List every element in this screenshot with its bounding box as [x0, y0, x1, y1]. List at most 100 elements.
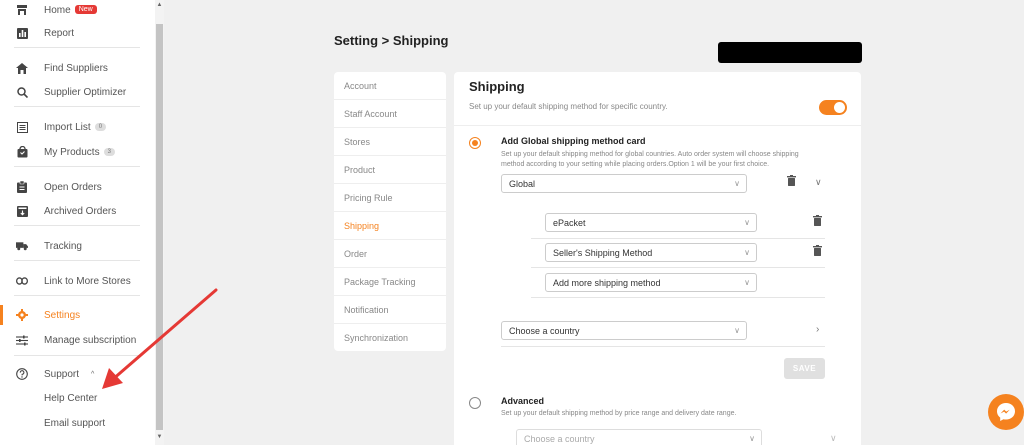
- sidebar-item-label: Supplier Optimizer: [44, 86, 127, 98]
- messenger-icon: [997, 403, 1015, 421]
- nav-item-stores[interactable]: Stores: [334, 128, 446, 156]
- active-indicator: [0, 305, 3, 325]
- select-value: Choose a country: [509, 325, 580, 336]
- nav-item-synchronization[interactable]: Synchronization: [334, 324, 446, 352]
- sidebar-item-settings[interactable]: Settings: [0, 305, 150, 325]
- sidebar-item-label: Support: [44, 368, 80, 380]
- sidebar-item-manage-subscription[interactable]: Manage subscription: [0, 330, 150, 350]
- sidebar-item-my-products[interactable]: My Products 3: [0, 142, 150, 162]
- select-value: Global: [509, 178, 536, 189]
- sidebar-item-label: Manage subscription: [44, 334, 137, 346]
- trash-icon[interactable]: [787, 175, 796, 186]
- advanced-title: Advanced: [501, 396, 545, 406]
- archive-icon: [16, 205, 28, 217]
- global-card-title: Add Global shipping method card: [501, 136, 646, 146]
- chevron-down-icon: ∨: [749, 434, 755, 443]
- global-card-desc-line1: Set up your default shipping method for …: [501, 151, 799, 158]
- chevron-up-icon: ^: [91, 370, 95, 378]
- messenger-chat-button[interactable]: [988, 394, 1024, 430]
- nav-item-package-tracking[interactable]: Package Tracking: [334, 268, 446, 296]
- choose-country-select[interactable]: Choose a country ∨: [501, 321, 747, 340]
- sidebar-item-label: Report: [44, 27, 75, 39]
- nav-item-order[interactable]: Order: [334, 240, 446, 268]
- global-card-radio[interactable]: [469, 137, 481, 149]
- sidebar-item-label: Tracking: [44, 240, 82, 252]
- sidebar-item-help-center[interactable]: Help Center: [0, 388, 150, 408]
- trash-icon[interactable]: [813, 215, 822, 226]
- panel-title: Shipping: [469, 79, 525, 94]
- clipboard-icon: [16, 181, 28, 193]
- add-shipping-method-select[interactable]: Add more shipping method ∨: [545, 273, 757, 292]
- store-icon: [16, 4, 28, 16]
- nav-item-staff-account[interactable]: Staff Account: [334, 100, 446, 128]
- sidebar-item-home[interactable]: Home New: [0, 0, 150, 20]
- truck-icon: [16, 240, 28, 252]
- count-badge: 3: [103, 147, 115, 156]
- nav-item-account[interactable]: Account: [334, 72, 446, 100]
- new-badge: New: [74, 5, 97, 15]
- chevron-down-icon: ∨: [744, 278, 750, 287]
- nav-item-pricing-rule[interactable]: Pricing Rule: [334, 184, 446, 212]
- chevron-down-icon: ∨: [744, 218, 750, 227]
- search-icon: [16, 86, 28, 98]
- sidebar-item-report[interactable]: Report: [0, 23, 150, 43]
- divider: [531, 297, 825, 298]
- sidebar-item-tracking[interactable]: Tracking: [0, 236, 150, 256]
- sidebar-item-label: Settings: [44, 309, 81, 321]
- shipping-method-select-1[interactable]: ePacket ∨: [545, 213, 757, 232]
- shipping-method-select-2[interactable]: Seller's Shipping Method ∨: [545, 243, 757, 262]
- sidebar-scrollbar-thumb[interactable]: [156, 24, 163, 430]
- divider: [501, 346, 825, 347]
- select-value: ePacket: [553, 217, 586, 228]
- sidebar-item-email-support[interactable]: Email support: [0, 413, 150, 433]
- nav-item-shipping[interactable]: Shipping: [334, 212, 446, 240]
- sliders-icon: [16, 334, 28, 346]
- shipping-toggle[interactable]: [819, 100, 847, 115]
- chevron-down-icon[interactable]: ∨: [830, 433, 837, 444]
- divider: [14, 260, 140, 261]
- chevron-down-icon: ∨: [734, 179, 740, 188]
- toggle-knob: [834, 102, 845, 113]
- sidebar-item-label: Home: [44, 4, 71, 16]
- sidebar-item-archived-orders[interactable]: Archived Orders: [0, 201, 150, 221]
- sidebar-item-label: Open Orders: [44, 181, 102, 193]
- divider: [14, 166, 140, 167]
- advanced-desc: Set up your default shipping method by p…: [501, 410, 737, 417]
- trash-icon[interactable]: [813, 245, 822, 256]
- divider: [531, 238, 825, 239]
- panel-subtitle: Set up your default shipping method for …: [469, 102, 668, 111]
- country-select-global[interactable]: Global ∨: [501, 174, 747, 193]
- select-value: Add more shipping method: [553, 277, 661, 288]
- help-icon: [16, 368, 28, 380]
- home-icon: [16, 62, 28, 74]
- chevron-right-icon[interactable]: ›: [816, 324, 819, 335]
- sidebar-item-label: Find Suppliers: [44, 62, 108, 74]
- chart-icon: [16, 27, 28, 39]
- advanced-country-select[interactable]: Choose a country ∨: [516, 429, 762, 445]
- sidebar-item-find-suppliers[interactable]: Find Suppliers: [0, 58, 150, 78]
- nav-item-product[interactable]: Product: [334, 156, 446, 184]
- scroll-up-icon[interactable]: ▲: [156, 2, 163, 8]
- sidebar-item-open-orders[interactable]: Open Orders: [0, 177, 150, 197]
- sidebar-item-label: Archived Orders: [44, 205, 117, 217]
- sidebar-item-support[interactable]: Support ^: [0, 364, 150, 384]
- chevron-down-icon[interactable]: ∨: [815, 177, 822, 188]
- save-button[interactable]: SAVE: [784, 358, 825, 379]
- divider: [14, 355, 140, 356]
- sidebar-item-label: Help Center: [44, 392, 98, 404]
- sidebar-item-label: Import List: [44, 121, 91, 133]
- sidebar: Home New Report Find Suppliers Supplier O…: [0, 0, 155, 445]
- sidebar-item-import-list[interactable]: Import List 0: [0, 117, 150, 137]
- sidebar-item-label: Link to More Stores: [44, 275, 131, 287]
- divider: [14, 295, 140, 296]
- chevron-down-icon: ∨: [734, 326, 740, 335]
- scroll-down-icon[interactable]: ▼: [156, 434, 163, 440]
- sidebar-item-link-stores[interactable]: Link to More Stores: [0, 271, 150, 291]
- link-icon: [16, 275, 28, 287]
- nav-item-notification[interactable]: Notification: [334, 296, 446, 324]
- sidebar-item-supplier-optimizer[interactable]: Supplier Optimizer: [0, 82, 150, 102]
- page-title: Setting > Shipping: [334, 33, 449, 48]
- global-card-desc-line2: method according to your setting while p…: [501, 161, 770, 168]
- advanced-radio[interactable]: [469, 397, 481, 409]
- divider: [14, 47, 140, 48]
